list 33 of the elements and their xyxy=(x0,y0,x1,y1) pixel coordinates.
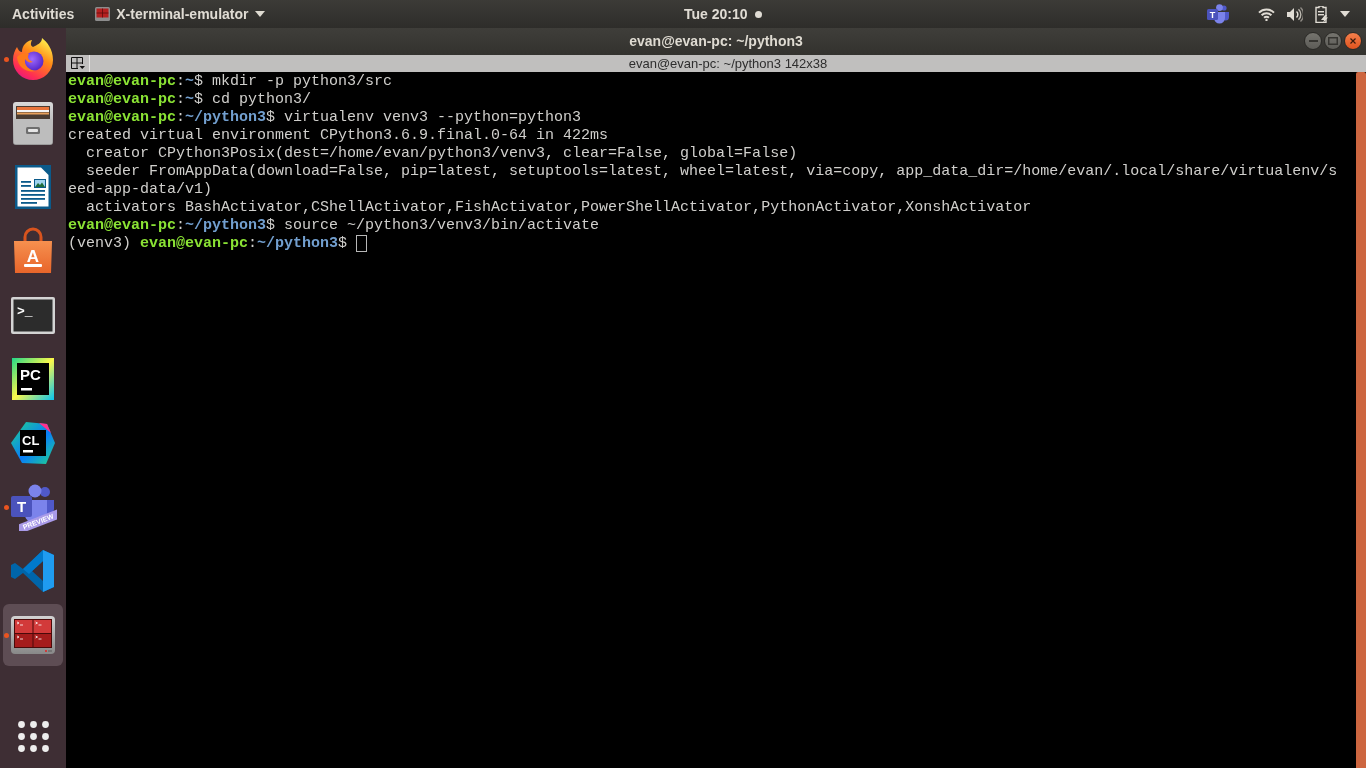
terminal-line: created virtual environment CPython3.6.9.final.0-64 in 422ms xyxy=(68,127,609,145)
terminal-title: evan@evan-pc: ~/python3 142x38 xyxy=(628,55,828,72)
chat-app-tray-logo[interactable]: T xyxy=(1207,4,1229,24)
app-menu-button[interactable]: X-terminal-emulator xyxy=(86,0,271,28)
terminal-panes-icon xyxy=(95,7,111,21)
code-editor-icon[interactable] xyxy=(9,547,57,595)
caret-icon[interactable] xyxy=(1340,11,1350,17)
caret-icon xyxy=(254,11,265,17)
clock-button[interactable]: Tue 20:10 xyxy=(674,0,768,28)
terminal-line: evan@evan-pc:~/python3$ source ~/python3/venv3/bin/activate xyxy=(68,217,600,235)
scrollbar-thumb[interactable] xyxy=(1356,72,1366,768)
terminal-line: creator CPython3Posix(dest=/home/evan/python3/venv3, clear=False, global=False) xyxy=(85,145,798,163)
battery-icon[interactable] xyxy=(1315,5,1328,23)
volume-icon[interactable] xyxy=(1287,6,1303,22)
terminal-line: evan@evan-pc:~/python3$ virtualenv venv3 --python=python3 xyxy=(68,109,582,127)
terminal-line: (venv3) evan@evan-pc:~/python3$ xyxy=(68,235,348,253)
window-title: evan@evan-pc: ~/python3 xyxy=(629,32,803,51)
maximize-icon xyxy=(1328,37,1338,45)
terminal-line: evan@evan-pc:~$ cd python3/ xyxy=(68,91,312,109)
minimize-button[interactable] xyxy=(1304,32,1322,50)
app-grid-icon[interactable] xyxy=(17,720,49,752)
terminal-line: seeder FromAppData(download=False, pip=latest, setuptools=latest, wheel=latest, via=copy, app_data_dir=/home/evan/.local/share/virtualenv/seed-app-data/v1) xyxy=(68,163,1339,199)
maximize-button[interactable] xyxy=(1324,32,1342,50)
terminal-line: activators BashActivator,CShellActivator,FishActivator,PowerShellActivator,PythonActivator,XonshActivator xyxy=(85,199,1032,217)
terminal-line: evan@evan-pc:~$ mkdir -p python3/src xyxy=(68,73,393,91)
close-icon xyxy=(1350,38,1356,44)
layout-grid-icon[interactable] xyxy=(71,57,85,70)
minimize-icon xyxy=(1308,40,1318,42)
wifi-icon[interactable] xyxy=(1258,7,1275,21)
ide-logo[interactable]: CL xyxy=(9,419,57,467)
ide-logo[interactable]: PC xyxy=(9,355,57,403)
close-button[interactable] xyxy=(1344,32,1362,50)
activities-button[interactable]: Activities xyxy=(0,0,87,28)
